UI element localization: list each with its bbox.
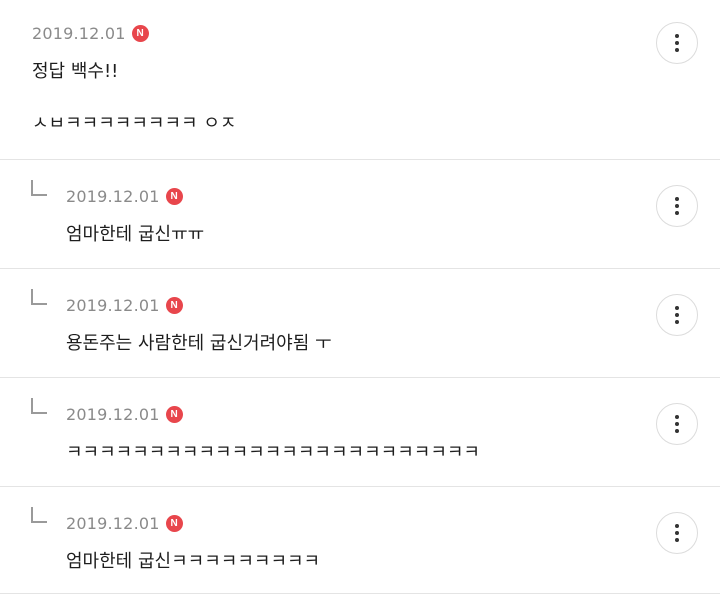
comment-list: 2019.12.01 N 정답 백수!! ㅅㅂㅋㅋㅋㅋㅋㅋㅋㅋ ㅇㅈ 2019.… [0,0,720,594]
more-vertical-icon [675,306,679,310]
comment-text: 엄마한테 굽신ㅠㅠ [66,224,205,245]
more-options-button[interactable] [656,22,698,64]
reply-item: 2019.12.01 N 엄마한테 굽신ㅋㅋㅋㅋㅋㅋㅋㅋㅋ [0,487,720,594]
more-vertical-icon [675,422,679,426]
more-vertical-icon [675,531,679,535]
comment-meta: 2019.12.01 N [66,187,183,206]
more-vertical-icon [675,524,679,528]
new-badge: N [165,406,183,423]
comment-text: 용돈주는 사람한테 굽신거려야됨 ㅜ [66,333,332,354]
new-badge: N [165,297,183,314]
comment-meta: 2019.12.01 N [66,514,183,533]
new-badge: N [165,188,183,205]
more-vertical-icon [675,313,679,317]
reply-arrow-icon [31,180,47,196]
comment-meta: 2019.12.01 N [66,296,183,315]
reply-item: 2019.12.01 N ㅋㅋㅋㅋㅋㅋㅋㅋㅋㅋㅋㅋㅋㅋㅋㅋㅋㅋㅋㅋㅋㅋㅋㅋㅋ [0,378,720,487]
comment-date: 2019.12.01 [66,296,160,315]
more-vertical-icon [675,429,679,433]
reply-item: 2019.12.01 N 엄마한테 굽신ㅠㅠ [0,160,720,269]
more-vertical-icon [675,538,679,542]
comment-date: 2019.12.01 [66,405,160,424]
more-vertical-icon [675,34,679,38]
reply-arrow-icon [31,507,47,523]
more-vertical-icon [675,211,679,215]
comment-date: 2019.12.01 [66,514,160,533]
comment-text: ㅅㅂㅋㅋㅋㅋㅋㅋㅋㅋ ㅇㅈ [32,113,237,134]
comment-date: 2019.12.01 [32,24,126,43]
more-options-button[interactable] [656,403,698,445]
new-badge: N [131,25,149,42]
comment-text: ㅋㅋㅋㅋㅋㅋㅋㅋㅋㅋㅋㅋㅋㅋㅋㅋㅋㅋㅋㅋㅋㅋㅋㅋㅋ [66,442,480,463]
comment-item: 2019.12.01 N 정답 백수!! ㅅㅂㅋㅋㅋㅋㅋㅋㅋㅋ ㅇㅈ [0,0,720,160]
comment-text: 엄마한테 굽신ㅋㅋㅋㅋㅋㅋㅋㅋㅋ [66,551,321,572]
more-vertical-icon [675,320,679,324]
comment-date: 2019.12.01 [66,187,160,206]
comment-meta: 2019.12.01 N [66,405,183,424]
new-badge: N [165,515,183,532]
more-vertical-icon [675,415,679,419]
reply-arrow-icon [31,289,47,305]
comment-text: 정답 백수!! [32,61,119,82]
more-options-button[interactable] [656,185,698,227]
more-vertical-icon [675,48,679,52]
more-vertical-icon [675,204,679,208]
more-vertical-icon [675,41,679,45]
reply-arrow-icon [31,398,47,414]
more-vertical-icon [675,197,679,201]
more-options-button[interactable] [656,294,698,336]
reply-item: 2019.12.01 N 용돈주는 사람한테 굽신거려야됨 ㅜ [0,269,720,378]
more-options-button[interactable] [656,512,698,554]
comment-meta: 2019.12.01 N [32,24,149,43]
